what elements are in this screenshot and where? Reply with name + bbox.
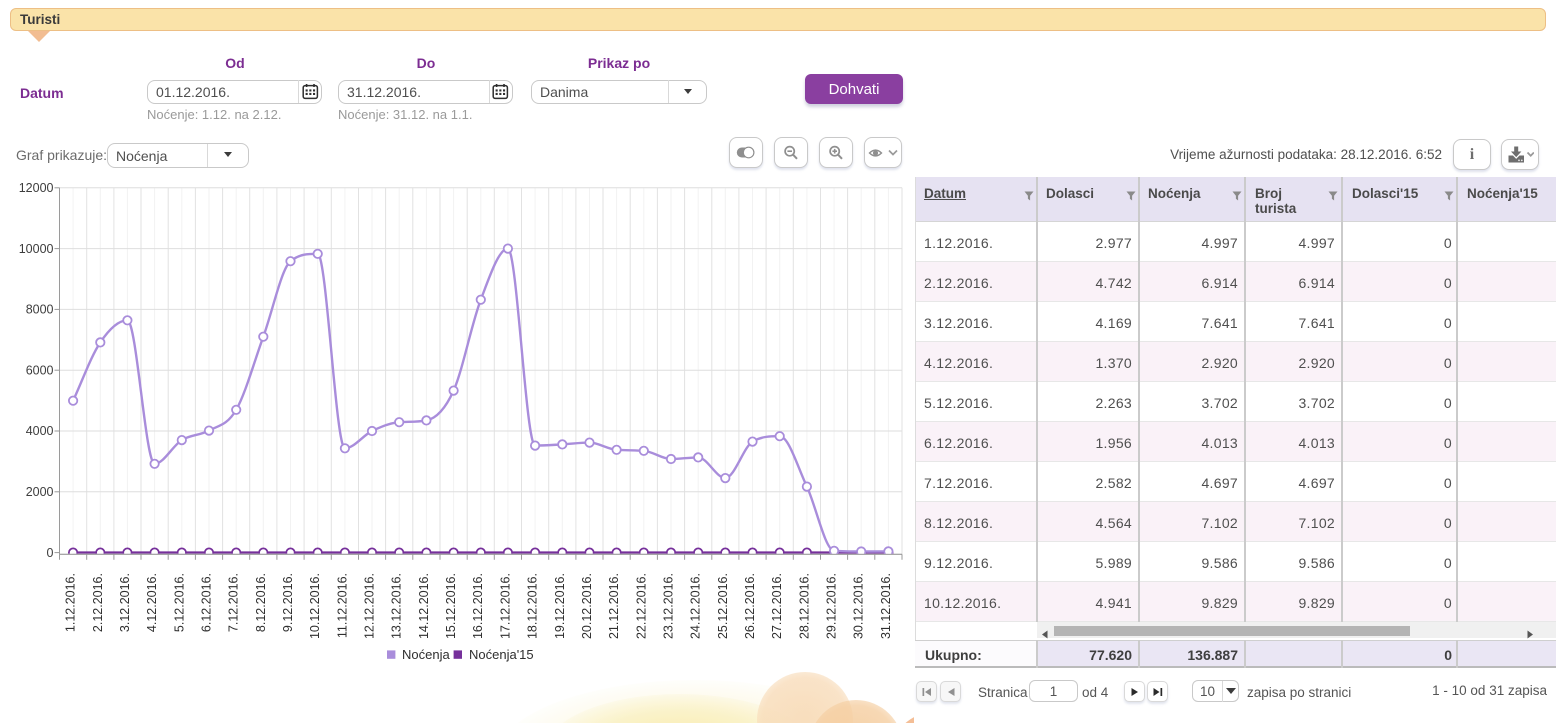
svg-text:29.12.2016.: 29.12.2016. (825, 573, 839, 639)
svg-text:17.12.2016.: 17.12.2016. (498, 573, 512, 639)
svg-text:18.12.2016.: 18.12.2016. (526, 573, 540, 639)
svg-text:28.12.2016.: 28.12.2016. (797, 573, 811, 639)
svg-text:24.12.2016.: 24.12.2016. (689, 573, 703, 639)
svg-text:9.12.2016.: 9.12.2016. (281, 573, 295, 632)
svg-text:30.12.2016.: 30.12.2016. (852, 573, 866, 639)
svg-text:11.12.2016.: 11.12.2016. (335, 573, 349, 638)
svg-text:6.12.2016.: 6.12.2016. (200, 573, 214, 632)
svg-text:4000: 4000 (26, 424, 54, 438)
svg-text:4.12.2016.: 4.12.2016. (145, 573, 159, 632)
svg-text:20.12.2016.: 20.12.2016. (580, 573, 594, 639)
svg-text:25.12.2016.: 25.12.2016. (716, 573, 730, 639)
svg-text:26.12.2016.: 26.12.2016. (743, 573, 757, 639)
svg-text:15.12.2016.: 15.12.2016. (444, 573, 458, 639)
svg-text:6000: 6000 (26, 363, 54, 377)
svg-text:1.12.2016.: 1.12.2016. (64, 573, 78, 632)
svg-text:22.12.2016.: 22.12.2016. (634, 573, 648, 639)
svg-text:Noćenja: Noćenja (402, 647, 450, 662)
svg-text:16.12.2016.: 16.12.2016. (471, 573, 485, 639)
svg-text:13.12.2016.: 13.12.2016. (390, 573, 404, 639)
svg-text:3.12.2016.: 3.12.2016. (118, 573, 132, 632)
svg-text:12000: 12000 (19, 181, 54, 195)
svg-text:12.12.2016.: 12.12.2016. (363, 573, 377, 639)
svg-text:Noćenja'15: Noćenja'15 (469, 647, 534, 662)
svg-text:0: 0 (47, 546, 54, 560)
svg-text:10000: 10000 (19, 242, 54, 256)
svg-text:8.12.2016.: 8.12.2016. (254, 573, 268, 632)
svg-text:5.12.2016.: 5.12.2016. (172, 573, 186, 632)
svg-text:31.12.2016.: 31.12.2016. (879, 573, 893, 639)
svg-text:2.12.2016.: 2.12.2016. (91, 573, 105, 632)
svg-text:27.12.2016.: 27.12.2016. (770, 573, 784, 639)
svg-text:10.12.2016.: 10.12.2016. (308, 573, 322, 639)
svg-text:21.12.2016.: 21.12.2016. (607, 573, 621, 639)
svg-text:7.12.2016.: 7.12.2016. (227, 573, 241, 632)
svg-text:2000: 2000 (26, 485, 54, 499)
svg-text:19.12.2016.: 19.12.2016. (553, 573, 567, 639)
svg-text:14.12.2016.: 14.12.2016. (417, 573, 431, 639)
svg-text:23.12.2016.: 23.12.2016. (662, 573, 676, 639)
svg-text:8000: 8000 (26, 303, 54, 317)
